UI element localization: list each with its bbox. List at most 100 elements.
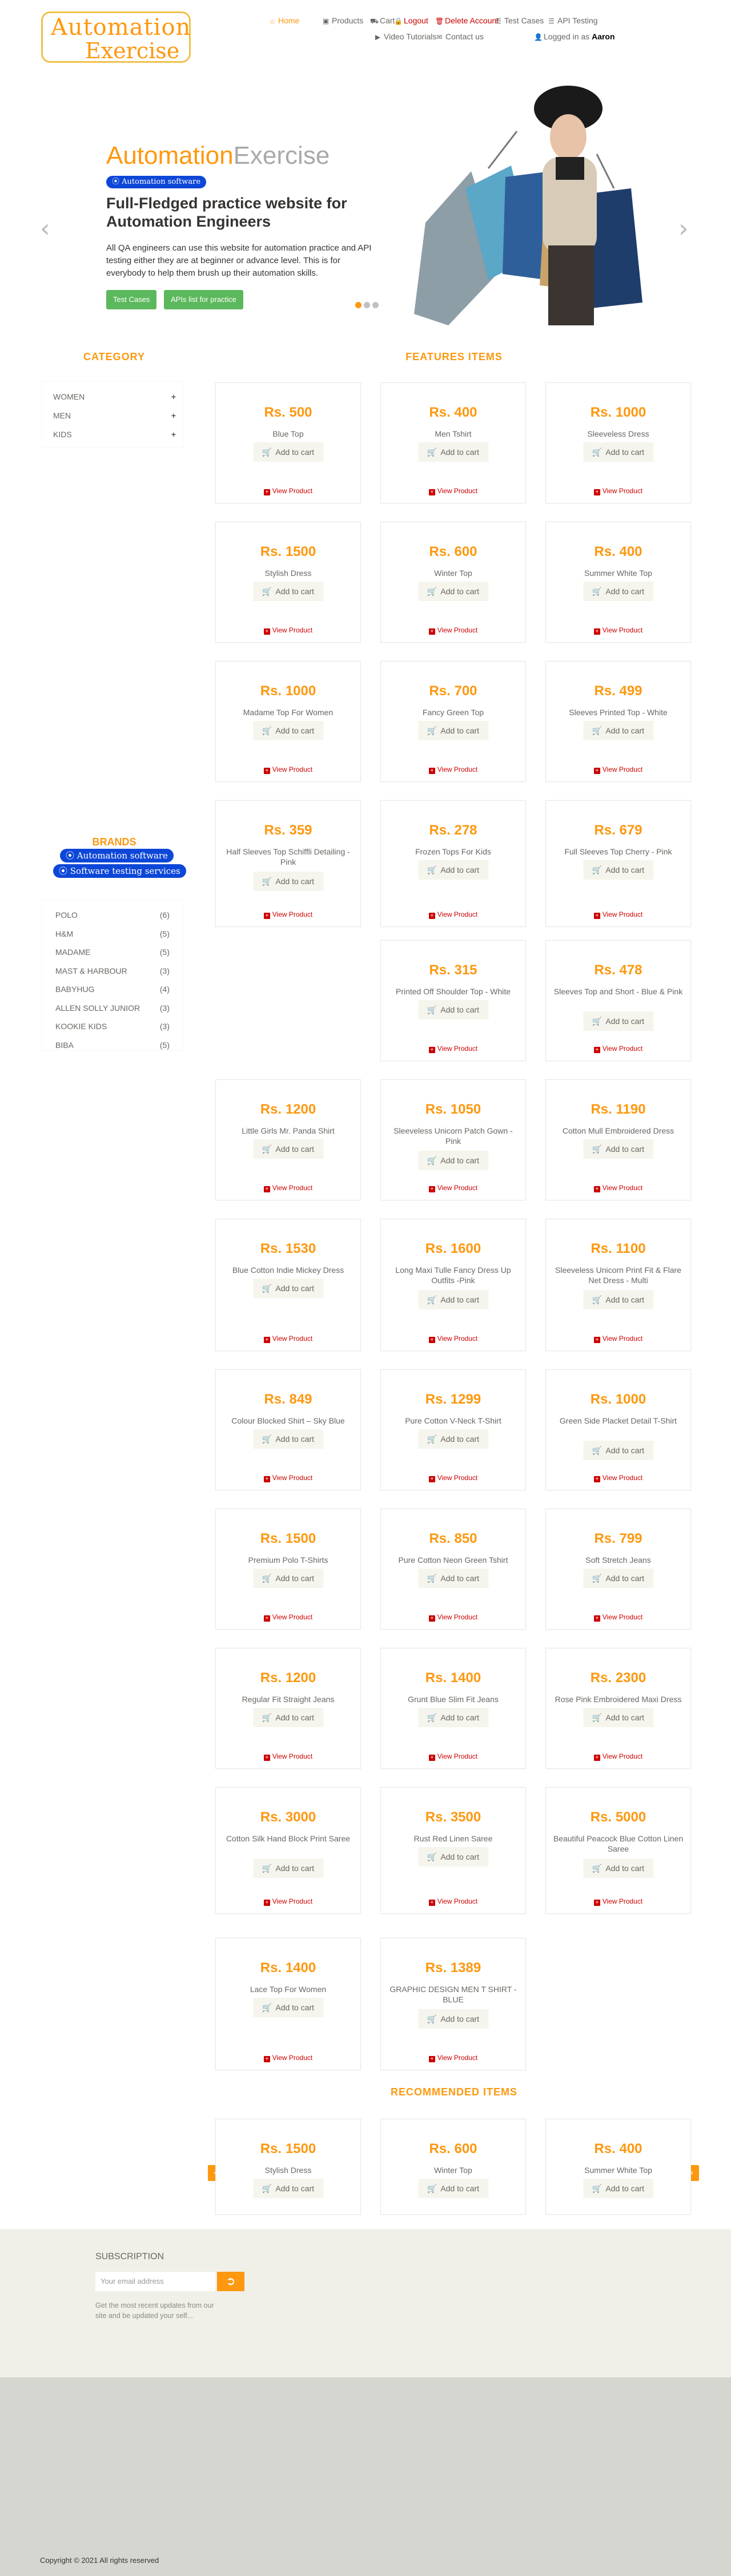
subscribe-button[interactable]: ➲ (217, 2272, 244, 2291)
brand-item[interactable]: Babyhug (4) (55, 985, 170, 994)
add-to-cart-button[interactable]: 🛒 Add to cart (252, 442, 324, 462)
brand-item[interactable]: Mast & Harbour (3) (55, 966, 170, 975)
add-to-cart-button[interactable]: 🛒 Add to cart (417, 1429, 489, 1449)
nav-products[interactable]: ▣ Products (322, 16, 363, 25)
add-to-cart-button[interactable]: 🛒 Add to cart (417, 1847, 489, 1867)
view-product-link[interactable]: + View Product (381, 910, 525, 919)
site-logo[interactable]: Automation Exercise (41, 11, 191, 63)
brand-item[interactable]: Kookie Kids (3) (55, 1022, 170, 1031)
nav-home[interactable]: ⌂ Home (268, 16, 299, 25)
view-product-link[interactable]: + View Product (216, 1897, 360, 1906)
add-to-cart-button[interactable]: 🛒 Add to cart (583, 1011, 654, 1031)
add-to-cart-button[interactable]: 🛒 Add to cart (252, 1139, 324, 1159)
view-product-link[interactable]: + View Product (381, 1184, 525, 1192)
add-to-cart-button[interactable]: 🛒 Add to cart (417, 860, 489, 880)
view-product-link[interactable]: + View Product (216, 1474, 360, 1482)
add-to-cart-button[interactable]: 🛒 Add to cart (583, 1708, 654, 1727)
add-to-cart-button[interactable]: 🛒 Add to cart (252, 1998, 324, 2017)
brand-item[interactable]: Biba (5) (55, 1041, 170, 1050)
add-to-cart-button[interactable]: 🛒 Add to cart (417, 1290, 489, 1309)
brand-item[interactable]: Madame (5) (55, 948, 170, 957)
carousel-dot-1[interactable] (355, 302, 362, 308)
add-to-cart-button[interactable]: 🛒 Add to cart (583, 1290, 654, 1309)
nav-cart[interactable]: ⛟ Cart (370, 16, 395, 26)
add-to-cart-button[interactable]: 🛒 Add to cart (417, 1151, 489, 1170)
add-to-cart-button[interactable]: 🛒 Add to cart (417, 582, 489, 601)
add-to-cart-button[interactable]: 🛒 Add to cart (252, 1429, 324, 1449)
test-cases-button[interactable]: Test Cases (106, 290, 157, 309)
view-product-link[interactable]: + View Product (381, 1474, 525, 1482)
add-to-cart-button[interactable]: 🛒 Add to cart (583, 860, 654, 880)
view-product-link[interactable]: + View Product (546, 1474, 690, 1482)
add-to-cart-button[interactable]: 🛒 Add to cart (252, 2179, 324, 2198)
plus-icon[interactable]: + (171, 392, 176, 401)
view-product-link[interactable]: + View Product (546, 1184, 690, 1192)
add-to-cart-button[interactable]: 🛒 Add to cart (252, 1279, 324, 1298)
view-product-link[interactable]: + View Product (546, 626, 690, 635)
add-to-cart-button[interactable]: 🛒 Add to cart (417, 1708, 489, 1727)
view-product-link[interactable]: + View Product (216, 2054, 360, 2062)
view-product-link[interactable]: + View Product (546, 1045, 690, 1053)
carousel-dot-2[interactable] (364, 302, 370, 308)
view-product-link[interactable]: + View Product (381, 626, 525, 635)
view-product-link[interactable]: + View Product (546, 487, 690, 495)
view-product-link[interactable]: + View Product (546, 910, 690, 919)
view-product-link[interactable]: + View Product (216, 487, 360, 495)
view-product-link[interactable]: + View Product (381, 1897, 525, 1906)
add-to-cart-button[interactable]: 🛒 Add to cart (417, 2009, 489, 2029)
view-product-link[interactable]: + View Product (546, 1752, 690, 1761)
view-product-link[interactable]: + View Product (381, 1045, 525, 1053)
add-to-cart-button[interactable]: 🛒 Add to cart (583, 1569, 654, 1588)
nav-delete-account[interactable]: 🗑 Delete Account (435, 16, 499, 25)
category-kids[interactable]: Kids + (53, 430, 176, 439)
add-to-cart-button[interactable]: 🛒 Add to cart (417, 1569, 489, 1588)
view-product-link[interactable]: + View Product (546, 1613, 690, 1622)
brand-item[interactable]: H&M (5) (55, 929, 170, 938)
brand-badge-testing[interactable]: ⦿ Software testing services (53, 864, 186, 878)
view-product-link[interactable]: + View Product (216, 910, 360, 919)
add-to-cart-button[interactable]: 🛒 Add to cart (252, 872, 324, 891)
view-product-link[interactable]: + View Product (381, 765, 525, 774)
carousel-dot-3[interactable] (372, 302, 379, 308)
apis-list-button[interactable]: APIs list for practice (164, 290, 243, 309)
view-product-link[interactable]: + View Product (216, 1752, 360, 1761)
view-product-link[interactable]: + View Product (216, 765, 360, 774)
carousel-prev-icon[interactable]: ‹ (40, 214, 50, 243)
plus-icon[interactable]: + (171, 411, 176, 420)
add-to-cart-button[interactable]: 🛒 Add to cart (252, 1859, 324, 1878)
view-product-link[interactable]: + View Product (381, 1335, 525, 1343)
add-to-cart-button[interactable]: 🛒 Add to cart (583, 2179, 654, 2198)
add-to-cart-button[interactable]: 🛒 Add to cart (583, 582, 654, 601)
nav-test-cases[interactable]: ☰ Test Cases (495, 16, 544, 25)
view-product-link[interactable]: + View Product (546, 1897, 690, 1906)
add-to-cart-button[interactable]: 🛒 Add to cart (417, 1000, 489, 1019)
view-product-link[interactable]: + View Product (546, 1335, 690, 1343)
nav-api-testing[interactable]: ☰ API Testing (548, 16, 597, 25)
carousel-next-icon[interactable]: › (678, 214, 689, 243)
add-to-cart-button[interactable]: 🛒 Add to cart (252, 582, 324, 601)
nav-contact-us[interactable]: ✉ Contact us (436, 32, 483, 41)
view-product-link[interactable]: + View Product (216, 1335, 360, 1343)
add-to-cart-button[interactable]: 🛒 Add to cart (583, 1139, 654, 1159)
add-to-cart-button[interactable]: 🛒 Add to cart (583, 442, 654, 462)
view-product-link[interactable]: + View Product (381, 1752, 525, 1761)
add-to-cart-button[interactable]: 🛒 Add to cart (417, 2179, 489, 2198)
add-to-cart-button[interactable]: 🛒 Add to cart (252, 721, 324, 740)
brand-badge-automation[interactable]: ⦿ Automation software (60, 849, 174, 862)
brand-item[interactable]: Polo (6) (55, 910, 170, 920)
nav-logout[interactable]: 🔒 Logout (394, 16, 428, 25)
add-to-cart-button[interactable]: 🛒 Add to cart (583, 1441, 654, 1460)
add-to-cart-button[interactable]: 🛒 Add to cart (583, 1859, 654, 1878)
hero-badge[interactable]: ⦿ Automation software (106, 176, 207, 188)
view-product-link[interactable]: + View Product (381, 487, 525, 495)
view-product-link[interactable]: + View Product (216, 1613, 360, 1622)
email-input[interactable]: Your email address (95, 2272, 215, 2291)
view-product-link[interactable]: + View Product (546, 765, 690, 774)
view-product-link[interactable]: + View Product (381, 1613, 525, 1622)
category-women[interactable]: Women + (53, 392, 176, 401)
add-to-cart-button[interactable]: 🛒 Add to cart (583, 721, 654, 740)
add-to-cart-button[interactable]: 🛒 Add to cart (417, 721, 489, 740)
brand-item[interactable]: Allen Solly Junior (3) (55, 1003, 170, 1013)
nav-video-tutorials[interactable]: ▶ Video Tutorials (374, 32, 436, 41)
add-to-cart-button[interactable]: 🛒 Add to cart (252, 1569, 324, 1588)
